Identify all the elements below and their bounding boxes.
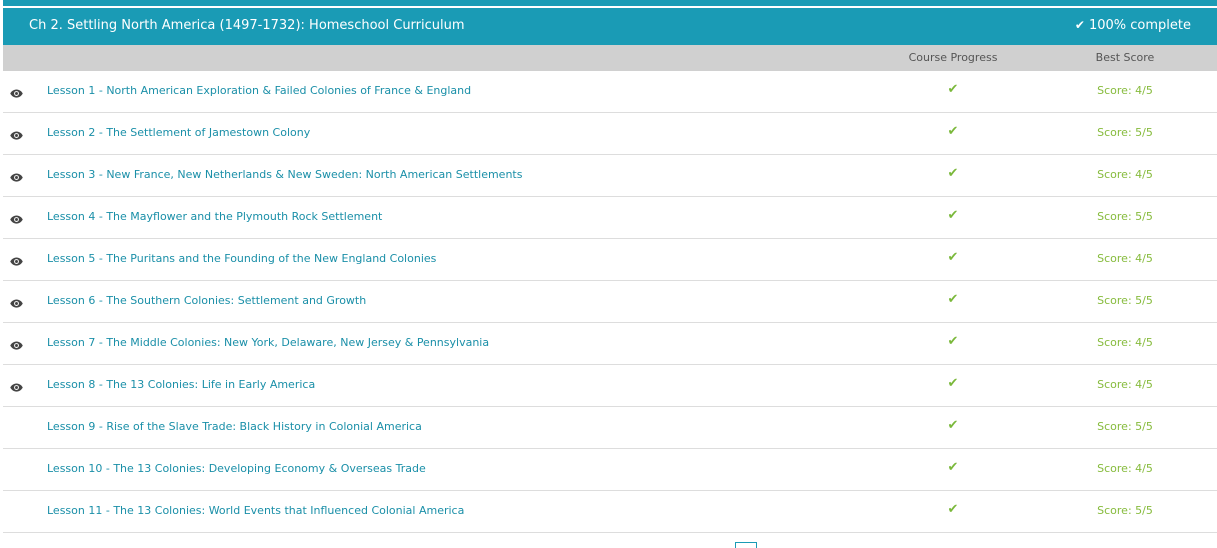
lesson-score: Score: 4/5 — [1097, 336, 1153, 349]
lesson-row: Lesson 11 - The 13 Colonies: World Event… — [3, 491, 1217, 533]
lesson-score: Score: 5/5 — [1097, 294, 1153, 307]
columns-header: Course Progress Best Score — [3, 45, 1217, 71]
eye-icon — [10, 252, 23, 266]
lesson-row: Lesson 2 - The Settlement of Jamestown C… — [3, 113, 1217, 155]
checkmark-icon: ✔ — [947, 124, 959, 139]
checkmark-icon: ✔ — [947, 250, 959, 265]
checkmark-icon: ✔ — [947, 460, 959, 475]
lesson-score: Score: 4/5 — [1097, 378, 1153, 391]
chapter-complete-label: 100% complete — [1088, 18, 1191, 33]
lesson-row: Lesson 10 - The 13 Colonies: Developing … — [3, 449, 1217, 491]
lesson-score: Score: 5/5 — [1097, 126, 1153, 139]
lesson-score: Score: 4/5 — [1097, 462, 1153, 475]
lesson-score: Score: 5/5 — [1097, 420, 1153, 433]
top-accent-strip — [3, 0, 1217, 6]
eye-icon — [10, 84, 23, 98]
lesson-link[interactable]: Lesson 9 - Rise of the Slave Trade: Blac… — [47, 420, 422, 433]
lesson-link[interactable]: Lesson 2 - The Settlement of Jamestown C… — [47, 126, 310, 139]
checkmark-icon: ✔ — [947, 166, 959, 181]
lesson-link[interactable]: Lesson 6 - The Southern Colonies: Settle… — [47, 294, 366, 307]
lesson-row: Lesson 6 - The Southern Colonies: Settle… — [3, 281, 1217, 323]
lesson-link[interactable]: Lesson 5 - The Puritans and the Founding… — [47, 252, 436, 265]
checkmark-icon: ✔ — [947, 418, 959, 433]
lesson-score: Score: 5/5 — [1097, 210, 1153, 223]
lesson-link[interactable]: Lesson 4 - The Mayflower and the Plymout… — [47, 210, 382, 223]
lesson-score: Score: 4/5 — [1097, 168, 1153, 181]
chapter-header[interactable]: Ch 2. Settling North America (1497-1732)… — [3, 8, 1217, 45]
lesson-row: Lesson 4 - The Mayflower and the Plymout… — [3, 197, 1217, 239]
column-header-course-progress: Course Progress — [908, 51, 998, 64]
lesson-link[interactable]: Lesson 7 - The Middle Colonies: New York… — [47, 336, 489, 349]
checkmark-icon: ✔ — [1074, 18, 1085, 32]
chapter-title[interactable]: Ch 2. Settling North America (1497-1732)… — [29, 18, 465, 33]
lesson-link[interactable]: Lesson 3 - New France, New Netherlands &… — [47, 168, 522, 181]
lesson-list: Lesson 1 - North American Exploration & … — [3, 71, 1217, 533]
checkmark-icon: ✔ — [947, 292, 959, 307]
checkmark-icon: ✔ — [947, 376, 959, 391]
lesson-score: Score: 5/5 — [1097, 504, 1153, 517]
chapter-complete-status: ✔ 100% complete — [1075, 18, 1191, 33]
column-header-best-score: Best Score — [1095, 51, 1155, 64]
eye-icon — [10, 378, 23, 392]
lesson-score: Score: 4/5 — [1097, 252, 1153, 265]
checkmark-icon: ✔ — [947, 82, 959, 97]
lesson-link[interactable]: Lesson 1 - North American Exploration & … — [47, 84, 471, 97]
lesson-row: Lesson 7 - The Middle Colonies: New York… — [3, 323, 1217, 365]
lesson-link[interactable]: Lesson 8 - The 13 Colonies: Life in Earl… — [47, 378, 315, 391]
lesson-link[interactable]: Lesson 10 - The 13 Colonies: Developing … — [47, 462, 426, 475]
lesson-row: Lesson 9 - Rise of the Slave Trade: Blac… — [3, 407, 1217, 449]
lesson-link[interactable]: Lesson 11 - The 13 Colonies: World Event… — [47, 504, 464, 517]
eye-icon — [10, 294, 23, 308]
lesson-row: Lesson 1 - North American Exploration & … — [3, 71, 1217, 113]
lesson-row: Lesson 3 - New France, New Netherlands &… — [3, 155, 1217, 197]
eye-icon — [10, 210, 23, 224]
pagination-control[interactable] — [735, 542, 757, 548]
lesson-row: Lesson 5 - The Puritans and the Founding… — [3, 239, 1217, 281]
eye-icon — [10, 168, 23, 182]
lesson-row: Lesson 8 - The 13 Colonies: Life in Earl… — [3, 365, 1217, 407]
checkmark-icon: ✔ — [947, 502, 959, 517]
checkmark-icon: ✔ — [947, 208, 959, 223]
checkmark-icon: ✔ — [947, 334, 959, 349]
eye-icon — [10, 336, 23, 350]
eye-icon — [10, 126, 23, 140]
lesson-score: Score: 4/5 — [1097, 84, 1153, 97]
